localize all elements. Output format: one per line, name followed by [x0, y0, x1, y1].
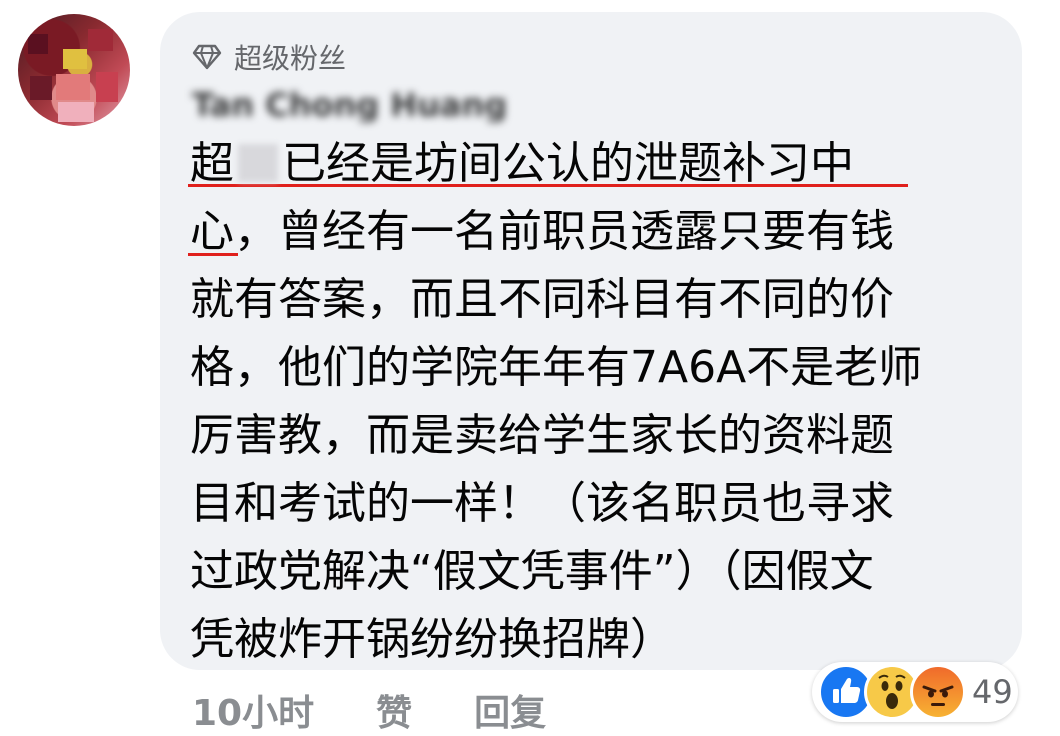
comment-text: 超已经是坊间公认的泄题补习中 心，曾经有一名前职员透露只要有钱 就有答案，而且不…: [190, 130, 990, 674]
reaction-count: 49: [972, 673, 1013, 711]
comment-line: 目和考试的一样！（该名职员也寻求: [190, 478, 894, 529]
comment-line: 就有答案，而且不同科目有不同的价: [190, 274, 894, 325]
comment-line: 心，曾经有一名前职员透露只要有钱: [190, 206, 894, 257]
badge-label: 超级粉丝: [234, 42, 347, 75]
reply-button[interactable]: 回复: [474, 684, 546, 736]
author-name[interactable]: Tan Chong Huang: [192, 86, 530, 122]
comment-line: 厉害教，而是卖给学生家长的资料题: [190, 410, 894, 461]
angry-icon: [910, 664, 966, 720]
comment-actions: 10小时 赞 回复: [192, 688, 546, 734]
censored-word: [238, 144, 278, 182]
comment-line: 过政党解决“假文凭事件”）（因假文: [190, 546, 874, 597]
reaction-summary[interactable]: 49: [812, 662, 1018, 722]
avatar[interactable]: [18, 14, 130, 126]
timestamp[interactable]: 10小时: [192, 684, 314, 736]
comment-line: 格，他们的学院年年有7A6A不是老师: [190, 342, 923, 393]
diamond-icon: [192, 44, 222, 70]
comment-line: 超已经是坊间公认的泄题补习中: [190, 138, 854, 189]
like-button[interactable]: 赞: [376, 684, 412, 736]
top-fan-badge: 超级粉丝: [192, 40, 347, 75]
